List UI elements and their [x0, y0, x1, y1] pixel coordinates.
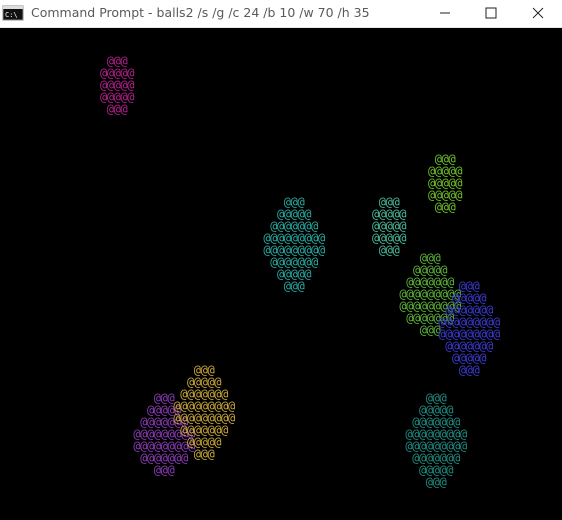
- ball-row: @@@: [193, 447, 215, 461]
- ball-row: @@@: [419, 323, 441, 337]
- ball-row: @@@: [425, 475, 447, 489]
- ball-row: @@@: [106, 102, 128, 116]
- title-bar[interactable]: C:\ Command Prompt - balls2 /s /g /c 24 …: [0, 0, 562, 28]
- maximize-icon: [485, 7, 497, 19]
- close-icon: [532, 7, 544, 19]
- minimize-icon: [440, 12, 450, 14]
- maximize-button[interactable]: [471, 0, 511, 26]
- window-title: Command Prompt - balls2 /s /g /c 24 /b 1…: [31, 5, 370, 20]
- close-button[interactable]: [518, 0, 558, 26]
- ball-row: @@@: [378, 243, 400, 257]
- ball-row: @@@: [153, 463, 175, 477]
- console-output[interactable]: @@@ @@@@@ @@@@@ @@@@@ @@@ @@@ @@@@@ @@@@@ @@@@@ @…: [0, 28, 562, 520]
- ball-row: @@@: [283, 279, 305, 293]
- ball-row: @@@: [434, 200, 456, 214]
- svg-text:C:\: C:\: [5, 11, 18, 19]
- ball-row: @@@: [458, 363, 480, 377]
- command-prompt-icon[interactable]: C:\: [2, 4, 24, 22]
- minimize-button[interactable]: [425, 0, 465, 26]
